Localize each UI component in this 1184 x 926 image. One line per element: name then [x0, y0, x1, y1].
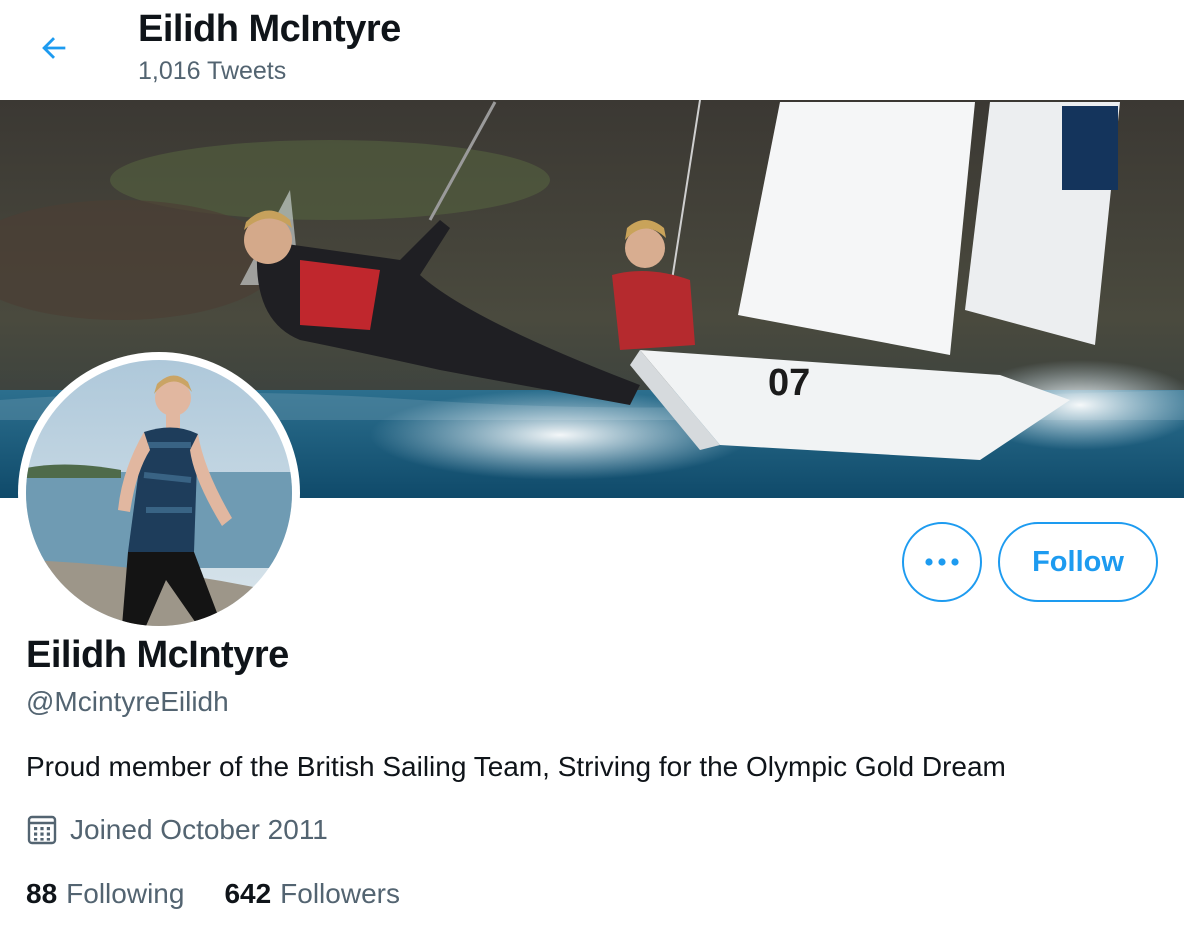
following-link[interactable]: 88 Following: [26, 878, 184, 910]
following-label: Following: [66, 878, 185, 909]
header-title: Eilidh McIntyre: [138, 8, 401, 50]
profile-handle: @McintyreEilidh: [26, 686, 229, 717]
followers-count: 642: [224, 878, 272, 909]
followers-link[interactable]: 642 Followers: [224, 878, 400, 910]
more-options-button[interactable]: [902, 522, 982, 602]
follow-button[interactable]: Follow: [998, 522, 1158, 602]
following-count: 88: [26, 878, 58, 909]
calendar-icon: [27, 815, 57, 845]
profile-bio: Proud member of the British Sailing Team…: [26, 751, 1006, 782]
profile-name: Eilidh McIntyre: [26, 634, 289, 676]
tweet-count: 1,016 Tweets: [138, 57, 287, 85]
profile-stats: 88 Following 642 Followers: [26, 878, 440, 910]
avatar-image: [26, 360, 292, 626]
followers-label: Followers: [280, 878, 400, 909]
back-button[interactable]: [30, 24, 78, 72]
more-horizontal-icon: [925, 558, 959, 566]
join-date-text: Joined October 2011: [70, 814, 328, 845]
arrow-left-icon: [42, 37, 66, 59]
svg-text:07: 07: [768, 362, 810, 404]
profile-avatar[interactable]: [18, 352, 300, 634]
join-date: Joined October 2011: [26, 814, 328, 846]
profile-header-bar: Eilidh McIntyre 1,016 Tweets: [0, 0, 1184, 100]
